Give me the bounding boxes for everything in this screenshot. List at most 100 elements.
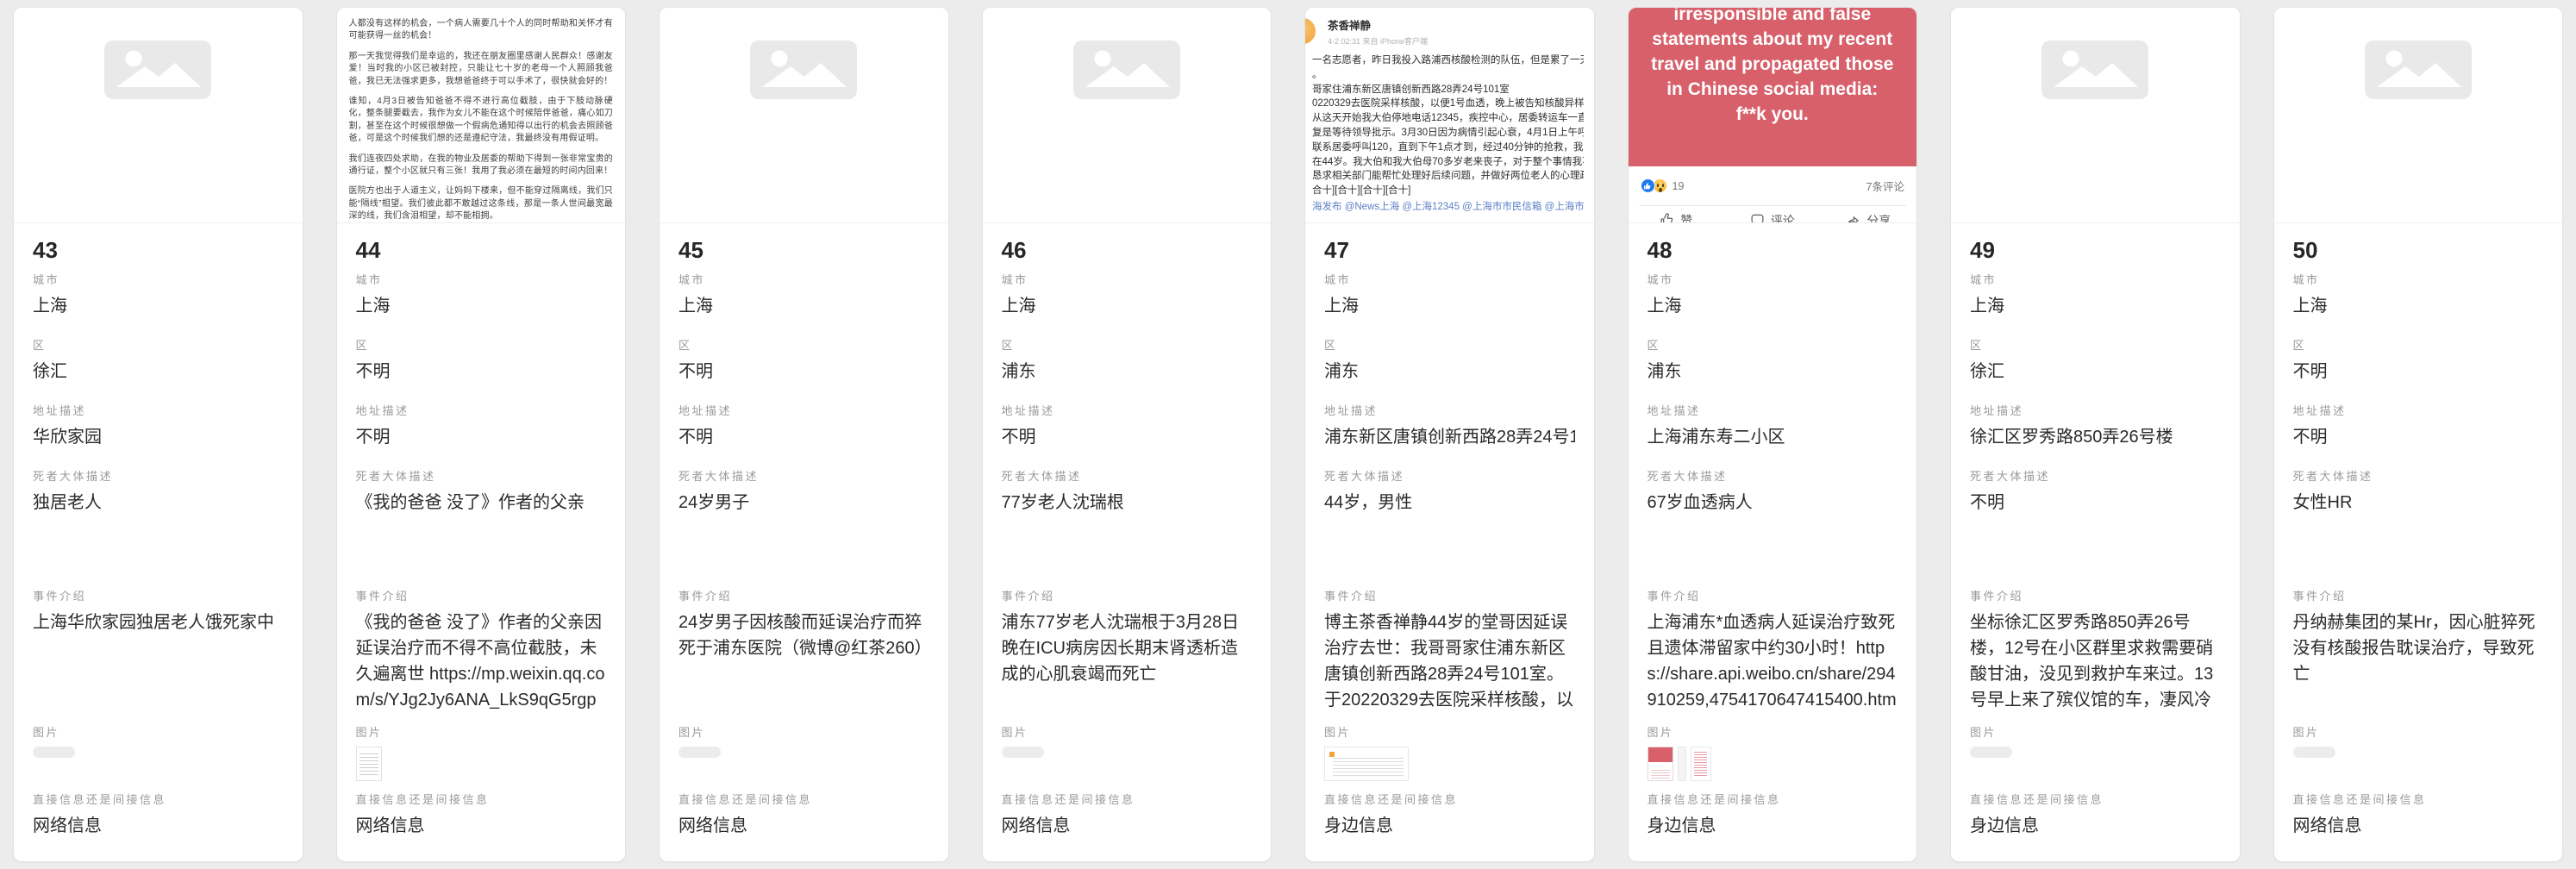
- field-label-deceased: 死者大体描述: [1970, 471, 2221, 483]
- weibo-post-text: 合十][合十][合十][合十]: [1312, 184, 1584, 198]
- card-body: 46 城市 上海 区 浦东 地址描述 不明 死者大体描述 77岁老人沈瑞根 事件…: [983, 223, 1272, 861]
- share-button[interactable]: 分享: [1821, 212, 1917, 223]
- thumbnail-pill: [1002, 747, 1044, 758]
- field-label-city: 城市: [1648, 274, 1898, 286]
- card-cover: irresponsible and false statements about…: [1629, 8, 1917, 223]
- field-value-source: 网络信息: [356, 813, 607, 839]
- record-card[interactable]: irresponsible and false statements about…: [1628, 7, 1918, 862]
- card-number: 43: [33, 236, 284, 264]
- weibo-avatar: [1305, 18, 1316, 44]
- field-label-deceased: 死者大体描述: [1648, 471, 1898, 483]
- card-body: 49 城市 上海 区 徐汇 地址描述 徐汇区罗秀路850弄26号楼 死者大体描述…: [1951, 223, 2240, 861]
- field-label-deceased: 死者大体描述: [678, 471, 929, 483]
- field-value-deceased: 不明: [1970, 490, 2221, 516]
- record-card[interactable]: 49 城市 上海 区 徐汇 地址描述 徐汇区罗秀路850弄26号楼 死者大体描述…: [1950, 7, 2241, 862]
- field-value-address: 不明: [356, 424, 607, 450]
- thumbnail-pill: [678, 747, 721, 758]
- image-placeholder-icon: [2041, 41, 2148, 99]
- field-value-city: 上海: [1648, 293, 1898, 319]
- image-placeholder-icon: [750, 41, 857, 99]
- like-button[interactable]: 赞: [1629, 212, 1725, 223]
- thumbnail-shot-wide: [1324, 747, 1409, 781]
- field-value-address: 不明: [1002, 424, 1253, 450]
- field-value-district: 浦东: [1648, 359, 1898, 384]
- field-label-event: 事件介绍: [1648, 591, 1898, 603]
- cover-text-screenshot: 人都没有这样的机会，一个病人需要几十个人的同时帮助和关怀才有可能获得一丝的机会！…: [337, 8, 626, 223]
- like-button-icon: [1660, 212, 1674, 223]
- record-card[interactable]: 人都没有这样的机会，一个病人需要几十个人的同时帮助和关怀才有可能获得一丝的机会！…: [336, 7, 627, 862]
- record-card[interactable]: 45 城市 上海 区 不明 地址描述 不明 死者大体描述 24岁男子 事件介绍 …: [659, 7, 949, 862]
- card-body: 44 城市 上海 区 不明 地址描述 不明 死者大体描述 《我的爸爸 没了》作者…: [337, 223, 626, 861]
- card-number: 44: [356, 236, 607, 264]
- field-label-source: 直接信息还是间接信息: [1002, 794, 1253, 806]
- thumbnail-pill: [2293, 747, 2335, 758]
- field-value-city: 上海: [2293, 293, 2544, 319]
- image-placeholder-icon: [104, 41, 211, 99]
- record-card[interactable]: 50 城市 上海 区 不明 地址描述 不明 死者大体描述 女性HR 事件介绍 丹…: [2273, 7, 2564, 862]
- comment-count: 7条评论: [1866, 178, 1904, 194]
- field-label-event: 事件介绍: [1324, 591, 1575, 603]
- field-value-address: 徐汇区罗秀路850弄26号楼: [1970, 424, 2221, 450]
- field-label-event: 事件介绍: [2293, 591, 2544, 603]
- reaction-count: 19: [1673, 180, 1685, 192]
- field-value-district: 不明: [356, 359, 607, 384]
- field-label-source: 直接信息还是间接信息: [33, 794, 284, 806]
- thumbnail-shotB: [1678, 747, 1686, 781]
- weibo-post-screenshot: 茶香禅静4-2 02:31 来自 iPhone客户端一名志愿者，昨日我投入路浦西…: [1305, 8, 1594, 215]
- field-label-district: 区: [356, 340, 607, 352]
- field-label-source: 直接信息还是间接信息: [356, 794, 607, 806]
- field-label-district: 区: [1324, 340, 1575, 352]
- record-card[interactable]: 46 城市 上海 区 浦东 地址描述 不明 死者大体描述 77岁老人沈瑞根 事件…: [982, 7, 1272, 862]
- action-label: 分享: [1866, 212, 1891, 223]
- field-label-source: 直接信息还是间接信息: [678, 794, 929, 806]
- like-reaction-icon: [1641, 178, 1655, 193]
- field-value-source: 网络信息: [33, 813, 284, 839]
- cover-text-paragraph: 医院方也出于人道主义，让妈妈下楼来，但不能穿过隔离线，我们只能“隔线”相望。我们…: [349, 185, 614, 222]
- field-label-deceased: 死者大体描述: [2293, 471, 2544, 483]
- facebook-status-background: irresponsible and false statements about…: [1629, 8, 1917, 166]
- card-body: 45 城市 上海 区 不明 地址描述 不明 死者大体描述 24岁男子 事件介绍 …: [660, 223, 948, 861]
- field-label-address: 地址描述: [1002, 405, 1253, 417]
- cover-text-paragraph: 我们连夜四处求助，在我的物业及居委的帮助下得到一张非常宝贵的通行证，整个小区就只…: [349, 153, 614, 178]
- field-label-city: 城市: [2293, 274, 2544, 286]
- field-label-address: 地址描述: [1324, 405, 1575, 417]
- field-value-deceased: 《我的爸爸 没了》作者的父亲: [356, 490, 607, 516]
- field-label-address: 地址描述: [1970, 405, 2221, 417]
- card-number: 50: [2293, 236, 2544, 264]
- thumbnail-shotC: [1691, 747, 1711, 781]
- field-label-image: 图片: [356, 727, 607, 739]
- field-value-address: 不明: [678, 424, 929, 450]
- card-cover: [14, 8, 303, 223]
- record-card[interactable]: 43 城市 上海 区 徐汇 地址描述 华欣家园 死者大体描述 独居老人 事件介绍…: [13, 7, 303, 862]
- field-label-event: 事件介绍: [356, 591, 607, 603]
- comment-button[interactable]: 评论: [1724, 212, 1821, 223]
- field-value-deceased: 24岁男子: [678, 490, 929, 516]
- weibo-post-text: 哥家住浦东新区唐镇创新西路28弄24号101室: [1312, 83, 1584, 97]
- field-label-source: 直接信息还是间接信息: [1648, 794, 1898, 806]
- image-placeholder: [983, 8, 1272, 99]
- card-cover: [983, 8, 1272, 223]
- field-value-source: 网络信息: [1002, 813, 1253, 839]
- field-label-image: 图片: [1324, 727, 1575, 739]
- action-label: 赞: [1680, 212, 1692, 223]
- share-button-icon: [1846, 212, 1860, 223]
- record-card[interactable]: 茶香禅静4-2 02:31 来自 iPhone客户端一名志愿者，昨日我投入路浦西…: [1304, 7, 1595, 862]
- field-label-address: 地址描述: [356, 405, 607, 417]
- field-value-source: 身边信息: [1648, 813, 1898, 839]
- field-label-image: 图片: [1970, 727, 2221, 739]
- image-thumbnail: [1648, 747, 1898, 781]
- card-body: 47 城市 上海 区 浦东 地址描述 浦东新区唐镇创新西路28弄24号101室 …: [1305, 223, 1594, 861]
- field-label-district: 区: [1002, 340, 1253, 352]
- weibo-post-text: 0220329去医院采样核酸，以便1号血透，晚上被告知核酸异样，等待转移: [1312, 97, 1584, 111]
- field-label-image: 图片: [1002, 727, 1253, 739]
- field-label-city: 城市: [356, 274, 607, 286]
- field-label-image: 图片: [33, 727, 284, 739]
- cover-text-paragraph: 那一天我觉得我们是幸运的，我还在朋友圈里感谢人民群众！感谢友爱！当时我的小区已被…: [349, 51, 614, 88]
- image-placeholder: [1951, 8, 2240, 99]
- field-value-district: 徐汇: [1970, 359, 2221, 384]
- field-label-deceased: 死者大体描述: [1324, 471, 1575, 483]
- field-value-city: 上海: [1970, 293, 2221, 319]
- field-value-source: 身边信息: [1324, 813, 1575, 839]
- card-cover: 茶香禅静4-2 02:31 来自 iPhone客户端一名志愿者，昨日我投入路浦西…: [1305, 8, 1594, 223]
- weibo-post-text: 一名志愿者，昨日我投入路浦西核酸检测的队伍，但是累了一天后晚上接: [1312, 53, 1584, 68]
